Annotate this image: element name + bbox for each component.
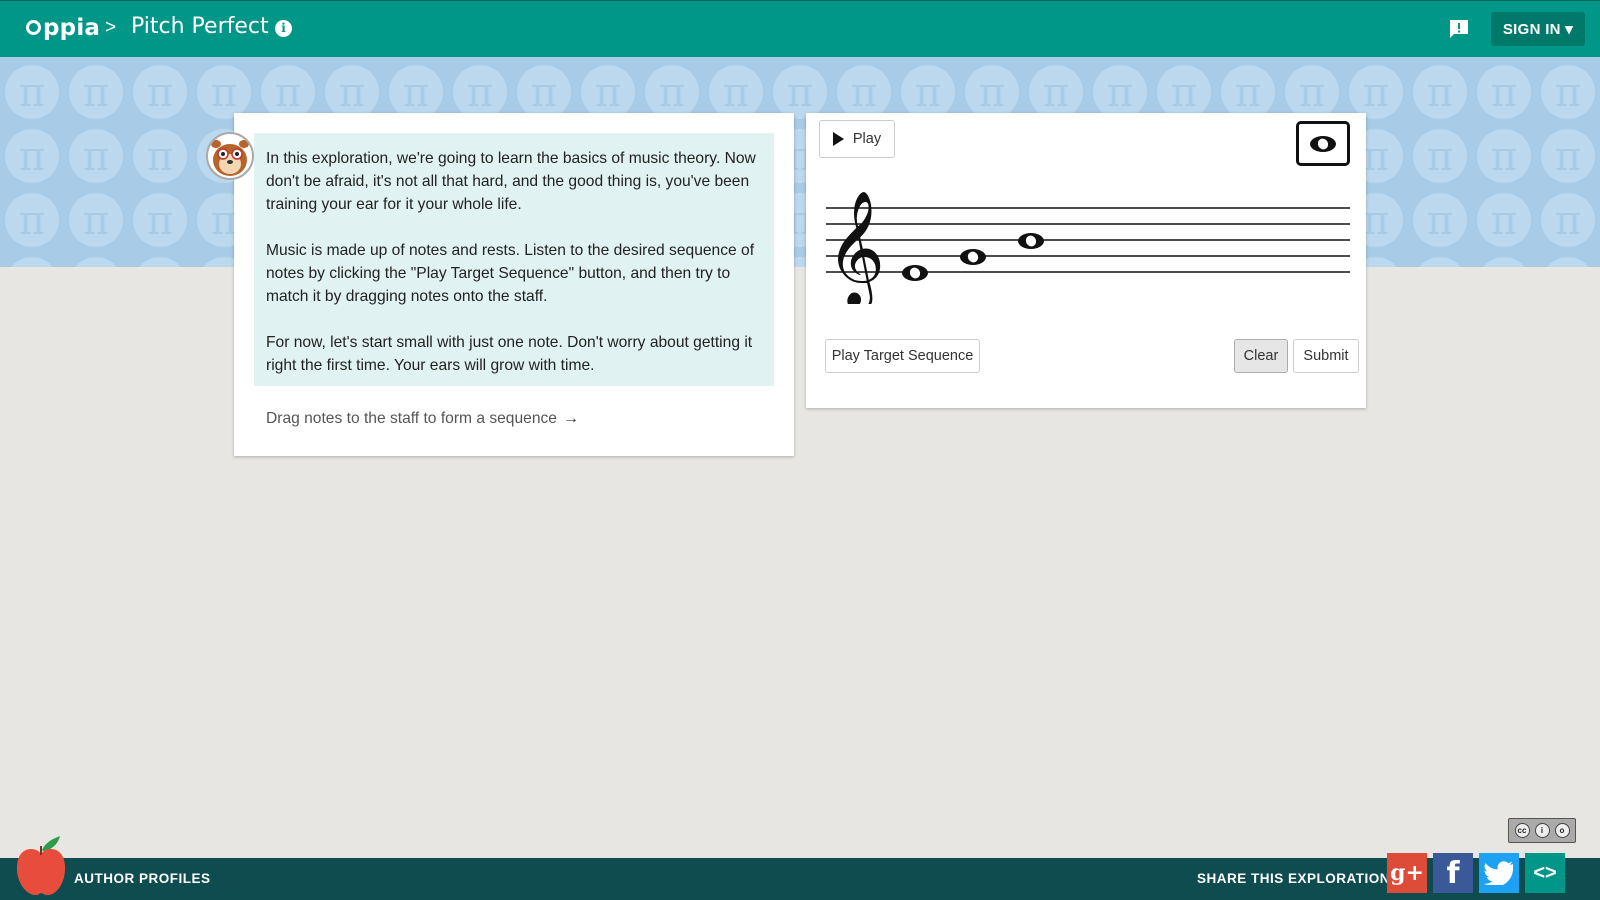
play-icon: [832, 132, 844, 146]
author-profiles-link[interactable]: AUTHOR PROFILES: [74, 871, 211, 886]
whole-note-icon[interactable]: [1296, 121, 1350, 166]
embed-button[interactable]: <>: [1525, 853, 1565, 893]
tutor-paragraph: In this exploration, we're going to lear…: [266, 150, 756, 213]
svg-text:𝄞: 𝄞: [826, 189, 885, 304]
staff-note-b4[interactable]: [1018, 233, 1044, 249]
staff-note-e4[interactable]: [902, 265, 928, 281]
oppia-logo[interactable]: ppia: [26, 13, 100, 43]
sign-in-button[interactable]: SIGN IN ▾: [1491, 12, 1585, 46]
sa-icon: o: [1554, 823, 1570, 838]
oppia-avatar-icon: [206, 132, 254, 180]
top-navbar: ppia > Pitch Perfect i SIGN IN ▾: [0, 0, 1600, 57]
hint-text: Drag notes to the staff to form a sequen…: [266, 410, 557, 427]
submit-button[interactable]: Submit: [1293, 339, 1359, 373]
tutor-paragraph: Music is made up of notes and rests. Lis…: [266, 242, 755, 305]
play-label: Play: [852, 131, 882, 147]
facebook-share-button[interactable]: f: [1433, 853, 1473, 893]
interaction-hint: Drag notes to the staff to form a sequen…: [266, 410, 579, 428]
twitter-share-button[interactable]: [1479, 853, 1519, 893]
oppia-logo-text: ppia: [43, 15, 101, 41]
staff-note-g4[interactable]: [960, 249, 986, 265]
apple-icon: [16, 836, 66, 896]
music-staff[interactable]: 𝄞: [826, 186, 1350, 304]
treble-clef-icon: 𝄞: [826, 189, 885, 304]
cc-by-sa-icon[interactable]: cc i o: [1508, 818, 1576, 843]
google-plus-share-button[interactable]: g+: [1387, 853, 1427, 893]
play-target-sequence-button[interactable]: Play Target Sequence: [825, 339, 980, 373]
clear-button[interactable]: Clear: [1234, 339, 1288, 373]
breadcrumb-separator: >: [105, 17, 117, 38]
cc-icon: cc: [1514, 823, 1530, 838]
tutor-paragraph: For now, let's start small with just one…: [266, 334, 753, 374]
arrow-right-icon: →: [562, 410, 579, 427]
feedback-icon[interactable]: [1449, 19, 1469, 39]
play-button[interactable]: Play: [819, 120, 895, 158]
share-label: SHARE THIS EXPLORATION: [1197, 871, 1391, 886]
twitter-bird-icon: [1484, 861, 1514, 885]
tutor-message: In this exploration, we're going to lear…: [254, 133, 774, 386]
oppia-logo-icon: [26, 19, 41, 35]
info-icon[interactable]: i: [275, 20, 292, 37]
exploration-title: Pitch Perfect: [131, 14, 269, 39]
by-icon: i: [1534, 823, 1550, 838]
